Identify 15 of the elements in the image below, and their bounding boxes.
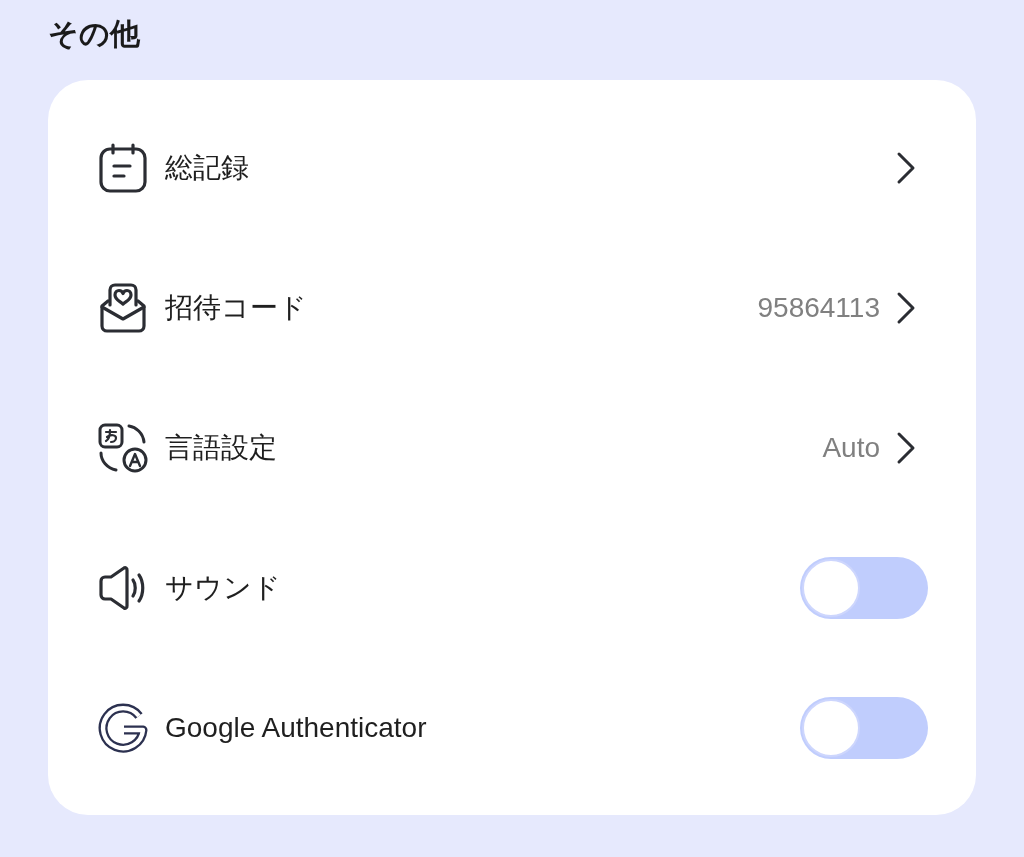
setting-label: Google Authenticator [165,711,427,745]
setting-label: 招待コード [165,291,307,325]
setting-label: 言語設定 [165,431,277,465]
setting-value: 95864113 [757,291,880,325]
chevron-right-icon[interactable] [896,151,916,185]
chevron-right-icon[interactable] [896,291,916,325]
setting-label: サウンド [165,571,281,605]
chevron-right-icon[interactable] [896,431,916,465]
setting-value: Auto [822,431,880,465]
calendar-icon [98,143,148,193]
translate-icon [98,423,148,473]
section-title: その他 [48,16,140,52]
setting-label: 総記録 [165,151,249,185]
google-g-icon [98,703,148,753]
envelope-heart-icon [98,283,148,333]
